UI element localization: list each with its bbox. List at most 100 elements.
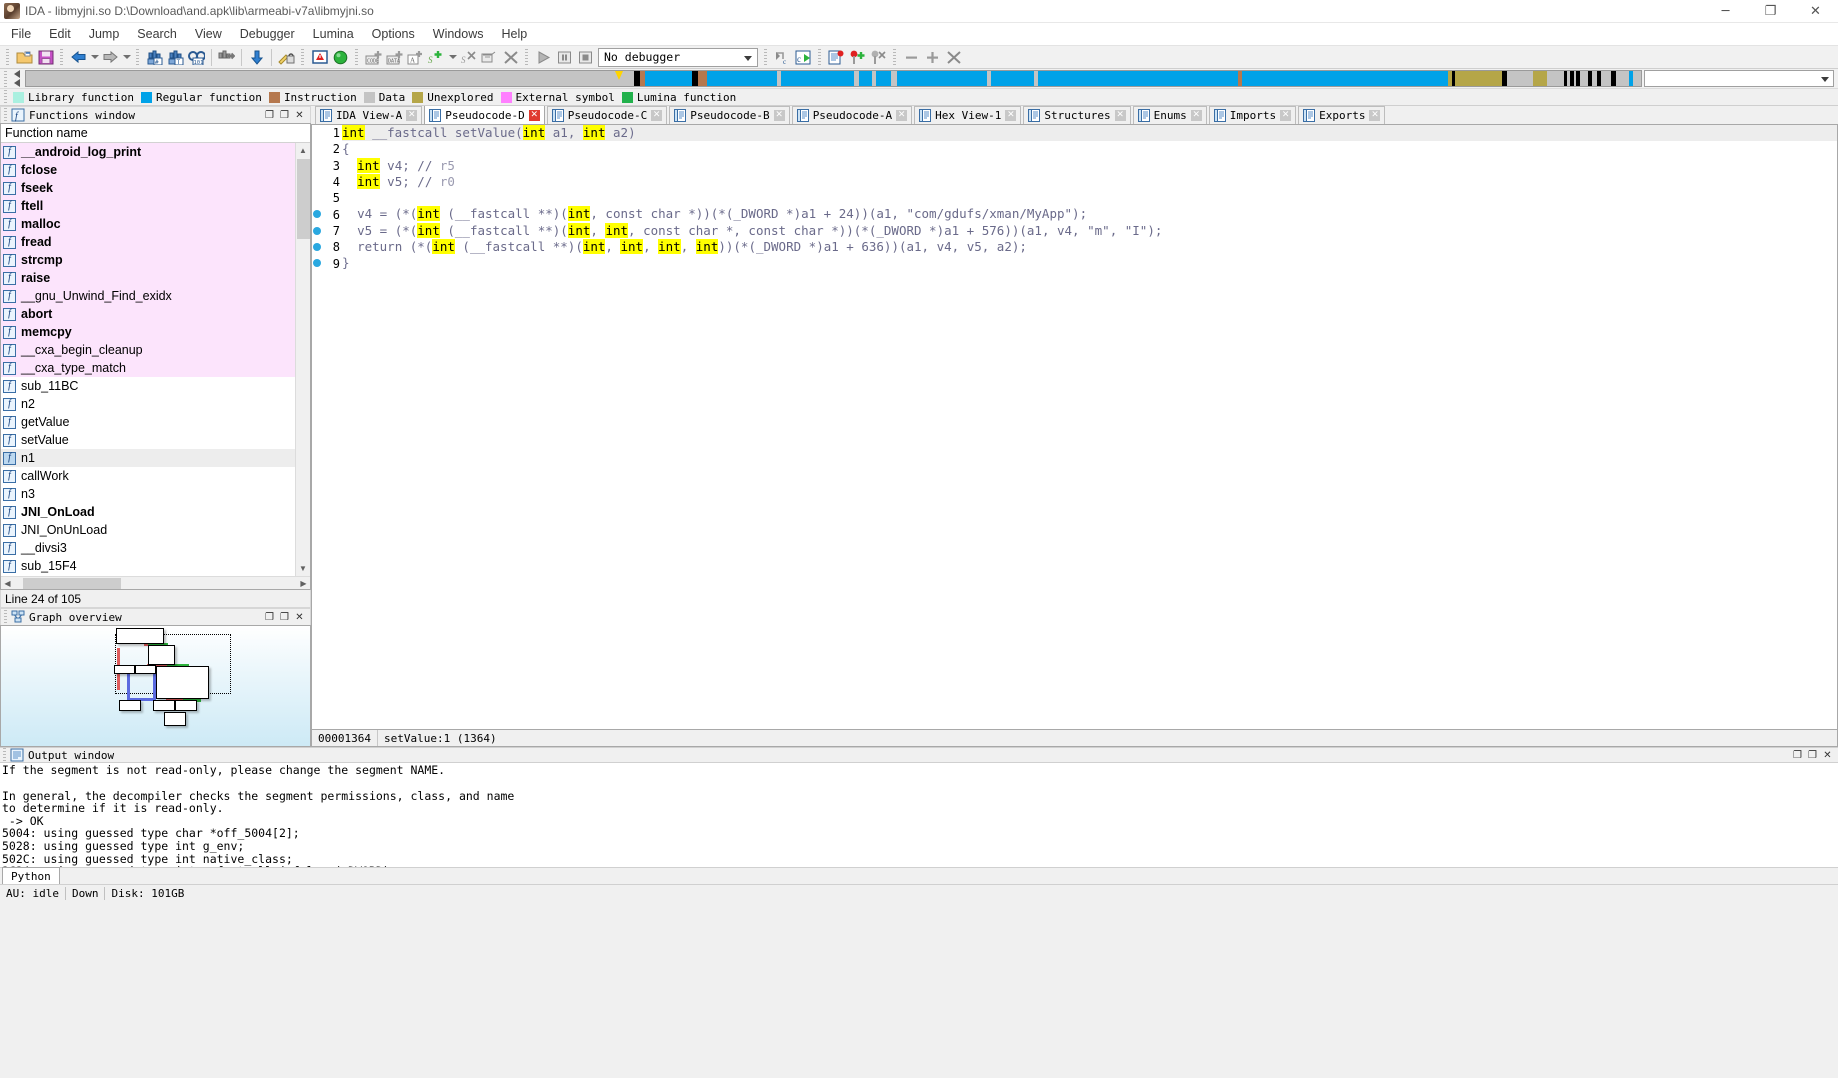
pause-icon[interactable] <box>554 47 575 67</box>
make-struct-icon[interactable]: S <box>426 47 447 67</box>
tab-pseudocode-d[interactable]: Pseudocode-D ✕ <box>424 106 545 124</box>
scroll-left-icon[interactable]: ◀ <box>1 577 14 590</box>
close-button[interactable]: ✕ <box>1793 0 1838 23</box>
delete-icon[interactable] <box>500 47 521 67</box>
navband-grip[interactable] <box>3 70 9 87</box>
lumina-status-icon[interactable] <box>330 47 351 67</box>
toolbar-grip-3[interactable] <box>135 48 141 66</box>
scrollbar-thumb[interactable] <box>297 159 310 239</box>
legend-grip[interactable] <box>3 90 9 104</box>
code-line[interactable]: } <box>342 255 1837 271</box>
function-list-item[interactable]: f __cxa_begin_cleanup <box>1 341 295 359</box>
breakpoint-marker-icon[interactable] <box>313 259 321 268</box>
navigate-forward-icon[interactable] <box>100 47 121 67</box>
function-list-item[interactable]: f __gnu_Unwind_Find_exidx <box>1 287 295 305</box>
code-line[interactable]: int __fastcall setValue(int a1, int a2) <box>342 125 1837 142</box>
tab-close-icon[interactable]: ✕ <box>1005 110 1017 121</box>
output-close-button[interactable]: ✕ <box>1820 748 1835 762</box>
make-ascii-icon[interactable]: A <box>405 47 426 67</box>
tab-close-icon[interactable]: ✕ <box>1280 110 1292 121</box>
graph-overview-grip[interactable] <box>3 610 9 624</box>
navband-combo[interactable] <box>1644 70 1834 87</box>
function-list-item[interactable]: f fread <box>1 233 295 251</box>
menu-windows[interactable]: Windows <box>424 24 493 45</box>
graph-node[interactable] <box>148 645 175 665</box>
save-icon[interactable] <box>35 47 56 67</box>
function-list-item[interactable]: f ftell <box>1 197 295 215</box>
run-icon[interactable] <box>533 47 554 67</box>
code-line[interactable]: v5 = (*(int (__fastcall **)(int, int, co… <box>342 222 1837 239</box>
function-list-item[interactable]: f raise <box>1 269 295 287</box>
tab-pseudocode-a[interactable]: Pseudocode-A ✕ <box>791 106 913 124</box>
forward-dropdown-icon[interactable] <box>121 47 132 67</box>
function-list-item[interactable]: f callWork <box>1 467 295 485</box>
toolbar-grip-4[interactable] <box>300 48 306 66</box>
menu-debugger[interactable]: Debugger <box>231 24 304 45</box>
function-list-item[interactable]: f sub_11BC <box>1 377 295 395</box>
code-line[interactable]: v4 = (*(int (__fastcall **)(int, const c… <box>342 206 1837 222</box>
code-content[interactable]: int __fastcall setValue(int a1, int a2){… <box>342 125 1837 729</box>
output-log[interactable]: If the segment is not read-only, please … <box>0 763 1838 867</box>
functions-close-button[interactable]: ✕ <box>292 108 307 122</box>
scroll-right-icon[interactable]: ▶ <box>297 577 310 590</box>
undefine-icon[interactable]: S <box>458 47 479 67</box>
add-breakpoint-icon[interactable] <box>847 47 868 67</box>
tab-close-icon[interactable]: ✕ <box>896 110 908 121</box>
function-list-item[interactable]: f JNI_OnLoad <box>1 503 295 521</box>
functions-restore-button[interactable]: ❐ <box>262 108 277 122</box>
toolbar-grip-2[interactable] <box>59 48 65 66</box>
tab-pseudocode-c[interactable]: Pseudocode-C ✕ <box>546 106 668 124</box>
navigation-band[interactable] <box>25 70 1642 87</box>
toolbar-grip-9[interactable] <box>892 48 898 66</box>
graph-node[interactable] <box>116 628 164 644</box>
graph-node[interactable] <box>153 700 175 711</box>
function-list-item[interactable]: f fseek <box>1 179 295 197</box>
function-list-item[interactable]: f malloc <box>1 215 295 233</box>
navigate-back-icon[interactable] <box>68 47 89 67</box>
jump-to-number-icon[interactable]: 101 <box>186 47 207 67</box>
functions-horizontal-scrollbar[interactable]: ◀ ▶ <box>1 576 310 589</box>
function-list-item[interactable]: f n3 <box>1 485 295 503</box>
function-list-item[interactable]: f setValue <box>1 431 295 449</box>
menu-file[interactable]: File <box>2 24 40 45</box>
function-list-item[interactable]: f getValue <box>1 413 295 431</box>
menu-help[interactable]: Help <box>492 24 536 45</box>
menu-jump[interactable]: Jump <box>80 24 129 45</box>
graph-node[interactable] <box>164 712 186 726</box>
jump-to-function-icon[interactable] <box>216 47 237 67</box>
tab-close-icon[interactable]: ✕ <box>528 109 540 121</box>
output-restore-button[interactable]: ❐ <box>1790 748 1805 762</box>
function-list-item[interactable]: f fclose <box>1 161 295 179</box>
jump-to-name-icon[interactable]: T <box>165 47 186 67</box>
breakpoint-marker-icon[interactable] <box>313 226 321 235</box>
code-line[interactable]: return (*(int (__fastcall **)(int, int, … <box>342 239 1837 255</box>
menu-edit[interactable]: Edit <box>40 24 80 45</box>
scroll-up-icon[interactable]: ▲ <box>295 143 310 158</box>
graph-close-button[interactable]: ✕ <box>292 610 307 624</box>
code-line[interactable]: { <box>342 141 1837 157</box>
function-list-item[interactable]: f __cxa_type_match <box>1 359 295 377</box>
make-data-icon[interactable]: DATA <box>384 47 405 67</box>
tab-exports[interactable]: Exports ✕ <box>1298 106 1386 124</box>
minimize-button[interactable]: ─ <box>1703 0 1748 23</box>
make-code-icon[interactable]: CODE <box>363 47 384 67</box>
function-list-item[interactable]: f __divsi3 <box>1 539 295 557</box>
stop-icon[interactable] <box>575 47 596 67</box>
tab-enums[interactable]: Enums ✕ <box>1132 106 1207 124</box>
functions-column-header[interactable]: Function name <box>1 124 310 143</box>
open-file-icon[interactable] <box>14 47 35 67</box>
toolbar-grip-5[interactable] <box>354 48 360 66</box>
graph-node[interactable] <box>156 666 209 699</box>
toolbar-grip[interactable] <box>5 48 11 66</box>
output-panel-grip[interactable] <box>2 748 8 763</box>
graph-restore-button[interactable]: ❐ <box>262 610 277 624</box>
menu-lumina[interactable]: Lumina <box>304 24 363 45</box>
graph-node[interactable] <box>175 700 197 711</box>
debugger-select[interactable]: No debugger <box>598 47 758 67</box>
step-into-icon[interactable]: c <box>772 47 793 67</box>
create-function-icon[interactable] <box>479 47 500 67</box>
menu-options[interactable]: Options <box>363 24 424 45</box>
tab-close-icon[interactable]: ✕ <box>651 110 663 121</box>
nav-scroll-up-icon[interactable] <box>14 69 20 78</box>
function-list-item[interactable]: f n1 <box>1 449 295 467</box>
